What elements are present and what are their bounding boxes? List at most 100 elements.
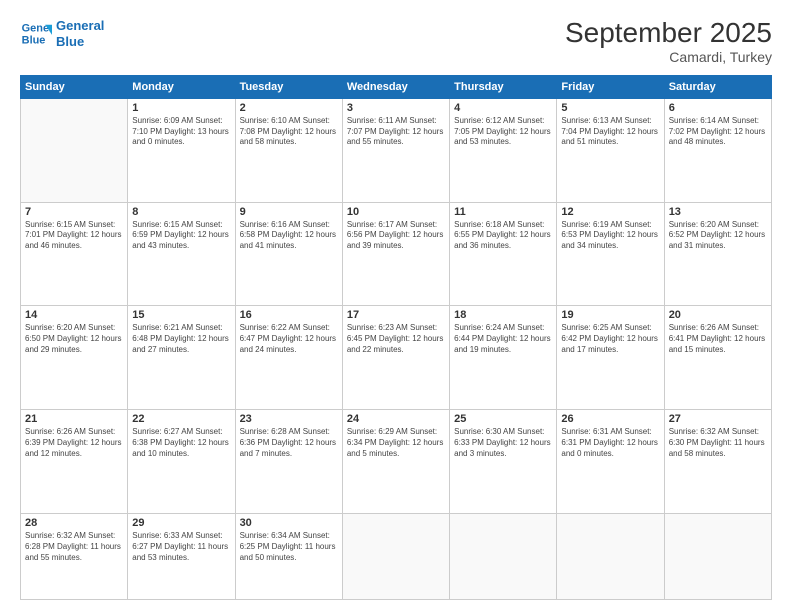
day-number: 24 bbox=[347, 413, 445, 425]
day-info: Sunrise: 6:19 AM Sunset: 6:53 PM Dayligh… bbox=[561, 220, 659, 252]
day-info: Sunrise: 6:30 AM Sunset: 6:33 PM Dayligh… bbox=[454, 427, 552, 459]
day-info: Sunrise: 6:20 AM Sunset: 6:52 PM Dayligh… bbox=[669, 220, 767, 252]
table-row: 14 Sunrise: 6:20 AM Sunset: 6:50 PM Dayli… bbox=[21, 306, 128, 410]
day-info: Sunrise: 6:12 AM Sunset: 7:05 PM Dayligh… bbox=[454, 116, 552, 148]
day-info: Sunrise: 6:34 AM Sunset: 6:25 PM Dayligh… bbox=[240, 531, 338, 563]
day-number: 15 bbox=[132, 309, 230, 321]
table-row: 22Sunrise: 6:27 AM Sunset: 6:38 PM Dayli… bbox=[128, 410, 235, 514]
col-thursday: Thursday bbox=[450, 75, 557, 98]
table-row: 5 Sunrise: 6:13 AM Sunset: 7:04 PM Daylig… bbox=[557, 98, 664, 202]
day-info: Sunrise: 6:21 AM Sunset: 6:48 PM Dayligh… bbox=[132, 323, 230, 355]
table-row: 27Sunrise: 6:32 AM Sunset: 6:30 PM Dayli… bbox=[664, 410, 771, 514]
table-row: 19 Sunrise: 6:25 AM Sunset: 6:42 PM Dayli… bbox=[557, 306, 664, 410]
col-saturday: Saturday bbox=[664, 75, 771, 98]
table-row bbox=[664, 513, 771, 599]
day-number: 13 bbox=[669, 206, 767, 218]
table-row: 1Sunrise: 6:09 AM Sunset: 7:10 PM Daylig… bbox=[128, 98, 235, 202]
table-row bbox=[557, 513, 664, 599]
col-friday: Friday bbox=[557, 75, 664, 98]
logo-icon: General Blue bbox=[20, 18, 52, 50]
table-row bbox=[342, 513, 449, 599]
table-row: 2 Sunrise: 6:10 AM Sunset: 7:08 PM Daylig… bbox=[235, 98, 342, 202]
day-info: Sunrise: 6:20 AM Sunset: 6:50 PM Dayligh… bbox=[25, 323, 123, 355]
table-row: 17 Sunrise: 6:23 AM Sunset: 6:45 PM Dayli… bbox=[342, 306, 449, 410]
day-number: 2 bbox=[240, 102, 338, 114]
day-info: Sunrise: 6:15 AM Sunset: 7:01 PM Dayligh… bbox=[25, 220, 123, 252]
day-info: Sunrise: 6:11 AM Sunset: 7:07 PM Dayligh… bbox=[347, 116, 445, 148]
day-number: 30 bbox=[240, 517, 338, 529]
day-number: 16 bbox=[240, 309, 338, 321]
day-number: 25 bbox=[454, 413, 552, 425]
day-number: 14 bbox=[25, 309, 123, 321]
day-info: Sunrise: 6:25 AM Sunset: 6:42 PM Dayligh… bbox=[561, 323, 659, 355]
month-title: September 2025 bbox=[565, 18, 772, 49]
day-info: Sunrise: 6:23 AM Sunset: 6:45 PM Dayligh… bbox=[347, 323, 445, 355]
day-number: 21 bbox=[25, 413, 123, 425]
day-number: 8 bbox=[132, 206, 230, 218]
day-info: Sunrise: 6:32 AM Sunset: 6:30 PM Dayligh… bbox=[669, 427, 767, 459]
col-wednesday: Wednesday bbox=[342, 75, 449, 98]
table-row: 9Sunrise: 6:16 AM Sunset: 6:58 PM Daylig… bbox=[235, 202, 342, 306]
day-info: Sunrise: 6:32 AM Sunset: 6:28 PM Dayligh… bbox=[25, 531, 123, 563]
day-info: Sunrise: 6:24 AM Sunset: 6:44 PM Dayligh… bbox=[454, 323, 552, 355]
table-row: 13 Sunrise: 6:20 AM Sunset: 6:52 PM Dayli… bbox=[664, 202, 771, 306]
day-info: Sunrise: 6:27 AM Sunset: 6:38 PM Dayligh… bbox=[132, 427, 230, 459]
table-row: 15 Sunrise: 6:21 AM Sunset: 6:48 PM Dayli… bbox=[128, 306, 235, 410]
title-block: September 2025 Camardi, Turkey bbox=[565, 18, 772, 65]
day-number: 28 bbox=[25, 517, 123, 529]
day-number: 17 bbox=[347, 309, 445, 321]
day-number: 4 bbox=[454, 102, 552, 114]
table-row: 21 Sunrise: 6:26 AM Sunset: 6:39 PM Dayli… bbox=[21, 410, 128, 514]
day-number: 20 bbox=[669, 309, 767, 321]
svg-text:Blue: Blue bbox=[22, 34, 46, 46]
day-number: 18 bbox=[454, 309, 552, 321]
logo-line2: Blue bbox=[56, 34, 84, 49]
day-number: 1 bbox=[132, 102, 230, 114]
table-row: 8 Sunrise: 6:15 AM Sunset: 6:59 PM Daylig… bbox=[128, 202, 235, 306]
day-info: Sunrise: 6:14 AM Sunset: 7:02 PM Dayligh… bbox=[669, 116, 767, 148]
day-info: Sunrise: 6:31 AM Sunset: 6:31 PM Dayligh… bbox=[561, 427, 659, 459]
table-row: 23 Sunrise: 6:28 AM Sunset: 6:36 PM Dayli… bbox=[235, 410, 342, 514]
day-info: Sunrise: 6:18 AM Sunset: 6:55 PM Dayligh… bbox=[454, 220, 552, 252]
table-row: 3 Sunrise: 6:11 AM Sunset: 7:07 PM Daylig… bbox=[342, 98, 449, 202]
day-number: 23 bbox=[240, 413, 338, 425]
table-row: 25 Sunrise: 6:30 AM Sunset: 6:33 PM Dayli… bbox=[450, 410, 557, 514]
day-number: 29 bbox=[132, 517, 230, 529]
day-info: Sunrise: 6:13 AM Sunset: 7:04 PM Dayligh… bbox=[561, 116, 659, 148]
table-row: 16 Sunrise: 6:22 AM Sunset: 6:47 PM Dayli… bbox=[235, 306, 342, 410]
day-number: 9 bbox=[240, 206, 338, 218]
day-number: 5 bbox=[561, 102, 659, 114]
day-number: 6 bbox=[669, 102, 767, 114]
day-number: 19 bbox=[561, 309, 659, 321]
table-row: 7 Sunrise: 6:15 AM Sunset: 7:01 PM Daylig… bbox=[21, 202, 128, 306]
table-row: 28 Sunrise: 6:32 AM Sunset: 6:28 PM Dayli… bbox=[21, 513, 128, 599]
table-row: 24Sunrise: 6:29 AM Sunset: 6:34 PM Dayli… bbox=[342, 410, 449, 514]
svg-text:General: General bbox=[22, 22, 52, 34]
day-info: Sunrise: 6:26 AM Sunset: 6:39 PM Dayligh… bbox=[25, 427, 123, 459]
calendar-table: Sunday Monday Tuesday Wednesday Thursday… bbox=[20, 75, 772, 600]
table-row: 29Sunrise: 6:33 AM Sunset: 6:27 PM Dayli… bbox=[128, 513, 235, 599]
day-number: 7 bbox=[25, 206, 123, 218]
day-info: Sunrise: 6:22 AM Sunset: 6:47 PM Dayligh… bbox=[240, 323, 338, 355]
col-tuesday: Tuesday bbox=[235, 75, 342, 98]
day-number: 12 bbox=[561, 206, 659, 218]
table-row: 20 Sunrise: 6:26 AM Sunset: 6:41 PM Dayli… bbox=[664, 306, 771, 410]
table-row: 10Sunrise: 6:17 AM Sunset: 6:56 PM Dayli… bbox=[342, 202, 449, 306]
page: General Blue General Blue September 2025… bbox=[0, 0, 792, 612]
location-subtitle: Camardi, Turkey bbox=[565, 49, 772, 65]
col-monday: Monday bbox=[128, 75, 235, 98]
day-info: Sunrise: 6:28 AM Sunset: 6:36 PM Dayligh… bbox=[240, 427, 338, 459]
day-number: 11 bbox=[454, 206, 552, 218]
calendar-header-row: Sunday Monday Tuesday Wednesday Thursday… bbox=[21, 75, 772, 98]
table-row bbox=[21, 98, 128, 202]
day-info: Sunrise: 6:26 AM Sunset: 6:41 PM Dayligh… bbox=[669, 323, 767, 355]
day-info: Sunrise: 6:15 AM Sunset: 6:59 PM Dayligh… bbox=[132, 220, 230, 252]
table-row bbox=[450, 513, 557, 599]
header: General Blue General Blue September 2025… bbox=[20, 18, 772, 65]
table-row: 4 Sunrise: 6:12 AM Sunset: 7:05 PM Daylig… bbox=[450, 98, 557, 202]
table-row: 26Sunrise: 6:31 AM Sunset: 6:31 PM Dayli… bbox=[557, 410, 664, 514]
day-number: 3 bbox=[347, 102, 445, 114]
day-info: Sunrise: 6:10 AM Sunset: 7:08 PM Dayligh… bbox=[240, 116, 338, 148]
table-row: 30 Sunrise: 6:34 AM Sunset: 6:25 PM Dayli… bbox=[235, 513, 342, 599]
logo-text: General Blue bbox=[56, 18, 104, 49]
